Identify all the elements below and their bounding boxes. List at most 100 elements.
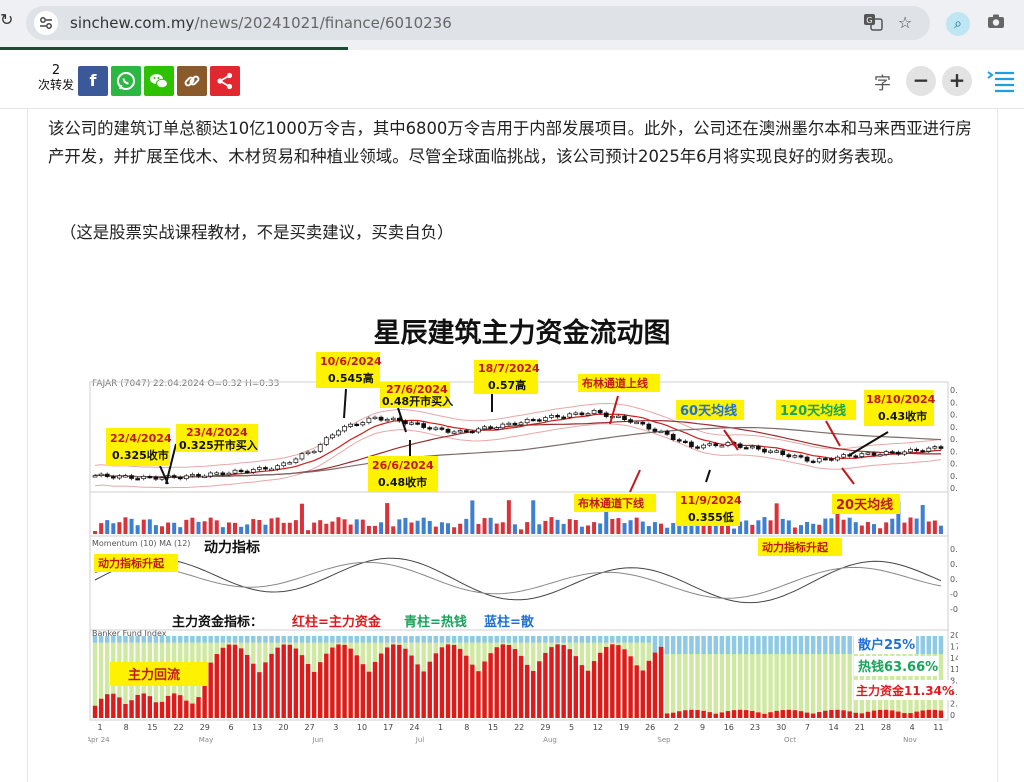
banker-retail-bar xyxy=(926,636,931,655)
whatsapp-share-button[interactable] xyxy=(111,66,141,96)
svg-text:18/10/2024: 18/10/2024 xyxy=(866,393,936,406)
banker-retail-bar xyxy=(622,636,627,643)
banker-main-bar xyxy=(524,664,530,718)
candle-body xyxy=(622,415,627,420)
banker-retail-bar xyxy=(214,636,219,643)
candle-body xyxy=(439,427,445,430)
banker-retail-bar xyxy=(695,636,700,655)
banker-main-bar xyxy=(890,710,895,718)
volume-bar xyxy=(598,523,603,534)
banker-retail-bar xyxy=(482,636,487,643)
svg-text:20天均线: 20天均线 xyxy=(836,497,893,513)
banker-main-bar xyxy=(293,648,299,718)
volume-bar xyxy=(391,526,396,534)
article-list-icon[interactable] xyxy=(986,68,1016,98)
banker-main-bar xyxy=(920,710,925,718)
candle-body xyxy=(183,475,189,480)
candle-body xyxy=(299,453,305,460)
candle-body xyxy=(244,470,250,474)
banker-main-bar xyxy=(330,647,335,718)
volume-bar xyxy=(811,523,816,534)
font-decrease-button[interactable]: − xyxy=(906,66,936,96)
volume-bar xyxy=(920,505,925,534)
extension-search-icon[interactable]: ⌕ xyxy=(946,12,970,36)
banker-main-bar xyxy=(658,646,664,718)
banker-main-bar xyxy=(804,712,810,718)
banker-main-bar xyxy=(494,647,499,718)
candle-body xyxy=(524,418,530,424)
site-info-icon[interactable] xyxy=(34,11,58,35)
banker-main-bar xyxy=(409,655,414,718)
svg-text:动力指标升起: 动力指标升起 xyxy=(762,540,829,554)
x-tick-5: 6 xyxy=(228,723,233,732)
font-increase-button[interactable]: + xyxy=(942,66,972,96)
banker-retail-bar xyxy=(737,636,743,655)
candle-body xyxy=(421,423,427,428)
bookmark-star-icon[interactable]: ☆ xyxy=(894,12,916,34)
x-tick-26: 30 xyxy=(776,723,786,732)
banker-main-bar xyxy=(883,709,889,718)
svg-text:热钱63.66%: 热钱63.66% xyxy=(858,659,938,675)
candle-body xyxy=(896,451,901,455)
article-paragraph: 该公司的建筑订单总额达10亿1000万令吉，其中6800万令吉用于内部发展项目。… xyxy=(48,119,972,166)
more-share-button[interactable] xyxy=(210,66,240,96)
banker-retail-bar xyxy=(531,636,536,643)
banker-retail-bar xyxy=(585,636,591,643)
volume-bar xyxy=(665,527,670,534)
banker-tick-7: 0 xyxy=(950,711,955,720)
banker-main-bar xyxy=(792,710,798,718)
candle-body xyxy=(822,458,828,461)
address-bar[interactable]: sinchew.com.my/news/20241021/finance/601… xyxy=(26,6,930,40)
volume-bar xyxy=(312,522,317,534)
volume-bar xyxy=(293,520,298,534)
banker-main-bar xyxy=(372,661,378,718)
x-tick-7: 20 xyxy=(278,723,288,732)
volume-bar xyxy=(567,519,572,534)
banker-main-bar xyxy=(232,644,238,718)
month-label-5: Sep xyxy=(657,736,671,744)
x-tick-15: 15 xyxy=(488,723,498,732)
banker-retail-bar xyxy=(476,636,481,643)
banker-main-bar xyxy=(342,644,347,718)
volume-bar xyxy=(245,524,250,534)
banker-retail-bar xyxy=(670,636,676,655)
volume-bar xyxy=(403,517,408,534)
volume-bar xyxy=(798,525,803,534)
banker-retail-bar xyxy=(506,636,512,643)
candle-body xyxy=(433,427,439,430)
facebook-share-button[interactable]: f xyxy=(78,66,108,96)
banker-retail-bar xyxy=(287,636,292,643)
banker-retail-bar xyxy=(451,636,457,643)
screenshot-camera-icon[interactable] xyxy=(984,12,1008,36)
banker-retail-bar xyxy=(494,636,499,643)
candle-body xyxy=(926,447,932,452)
volume-bar xyxy=(628,520,633,534)
candle-body xyxy=(543,417,548,421)
wechat-share-button[interactable] xyxy=(144,66,174,96)
callout-26-6: 26/6/2024 0.48收市 xyxy=(368,456,438,492)
candle-body xyxy=(865,452,871,455)
translate-icon[interactable]: G xyxy=(862,12,884,34)
candle-body xyxy=(317,444,323,452)
candle-body xyxy=(628,419,633,423)
x-tick-30: 28 xyxy=(881,723,891,732)
volume-bar xyxy=(774,503,779,534)
momentum-tick-3: -0.06 xyxy=(950,590,958,599)
banker-main-bar xyxy=(750,711,755,718)
banker-main-bar xyxy=(135,694,140,718)
candle-body xyxy=(786,454,792,458)
svg-text:11/9/2024: 11/9/2024 xyxy=(680,494,742,507)
volume-bar xyxy=(269,518,274,534)
banker-main-bar xyxy=(129,700,134,718)
callout-18-7: 18/7/2024 0.57高 xyxy=(474,360,540,394)
volume-bar xyxy=(792,527,797,534)
copy-link-button[interactable] xyxy=(177,66,207,96)
svg-text:0.355低: 0.355低 xyxy=(688,510,734,524)
reload-icon[interactable]: ↻ xyxy=(0,10,13,29)
banker-main-bar xyxy=(567,649,572,718)
month-label-2: Jun xyxy=(312,736,324,744)
banker-retail-bar xyxy=(409,636,414,643)
banker-main-bar xyxy=(214,654,219,718)
stock-chart-svg: 星辰建筑主力资金流动图 FAJAR (7047) 22.04.2024 O=0.… xyxy=(88,306,958,746)
candle-body xyxy=(762,448,767,453)
